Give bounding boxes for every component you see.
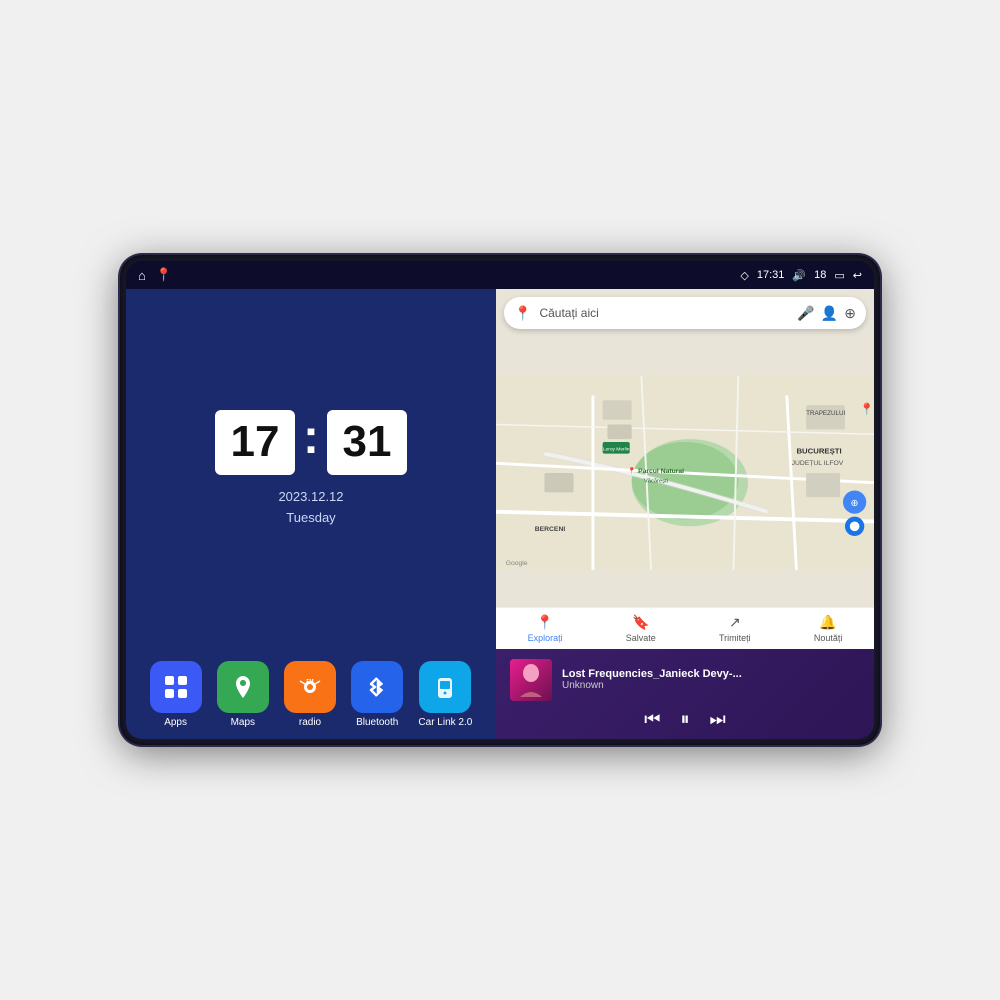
map-send-tab[interactable]: ↗ Trimiteți [719,614,751,643]
layers-icon[interactable]: ⊕ [844,305,856,322]
clock-display: 17 : 31 [215,410,407,475]
map-search-bar[interactable]: 📍 Căutați aici 🎤 👤 ⊕ [504,297,866,329]
news-icon: 🔔 [819,614,836,631]
app-item-carlink[interactable]: Car Link 2.0 [418,661,472,728]
app-item-apps[interactable]: Apps [150,661,202,728]
svg-text:Leroy Merlin: Leroy Merlin [603,447,630,453]
map-widget[interactable]: 📍 Căutați aici 🎤 👤 ⊕ [496,289,874,649]
music-player: Lost Frequencies_Janieck Devy-... Unknow… [496,649,874,739]
explore-icon: 📍 [536,614,553,631]
maps-label: Maps [231,717,255,728]
clock-widget: 17 : 31 2023.12.12 Tuesday [126,289,496,649]
volume-icon: 🔊 [792,269,806,282]
svg-text:TRAPEZULUI: TRAPEZULUI [806,410,845,417]
music-text: Lost Frequencies_Janieck Devy-... Unknow… [562,668,860,691]
account-icon[interactable]: 👤 [821,305,838,322]
status-right: ◇ 17:31 🔊 18 ▭ ↩ [740,269,862,282]
play-pause-button[interactable]: ⏸ [681,709,690,730]
device-shell: ⌂ 📍 ◇ 17:31 🔊 18 ▭ ↩ 17 : 31 [120,255,880,745]
battery-icon: ▭ [834,269,844,282]
volume-level: 18 [814,269,826,281]
clock-date-line2: Tuesday [278,508,343,529]
maps-icon [217,661,269,713]
explore-label: Explorați [528,633,563,643]
music-info: Lost Frequencies_Janieck Devy-... Unknow… [510,659,860,701]
map-news-tab[interactable]: 🔔 Noutăți [814,614,843,643]
map-saved-tab[interactable]: 🔖 Salvate [626,614,656,643]
clock-colon: : [303,414,319,462]
maps-nav-icon[interactable]: 📍 [156,267,172,283]
svg-text:📍 Parcul Natural: 📍 Parcul Natural [628,466,684,475]
signal-icon: ◇ [740,269,748,282]
carlink-label: Car Link 2.0 [418,717,472,728]
svg-text:JUDEȚUL ILFOV: JUDEȚUL ILFOV [792,460,844,467]
screen: ⌂ 📍 ◇ 17:31 🔊 18 ▭ ↩ 17 : 31 [126,261,874,739]
map-search-placeholder: Căutați aici [539,306,789,320]
bluetooth-label: Bluetooth [356,717,398,728]
apps-icon [150,661,202,713]
music-artist: Unknown [562,680,860,691]
radio-icon: FM [284,661,336,713]
saved-icon: 🔖 [632,614,649,631]
clock-minutes: 31 [327,410,407,475]
app-item-maps[interactable]: Maps [217,661,269,728]
send-label: Trimiteți [719,633,751,643]
status-left: ⌂ 📍 [138,267,172,283]
saved-label: Salvate [626,633,656,643]
status-bar: ⌂ 📍 ◇ 17:31 🔊 18 ▭ ↩ [126,261,874,289]
svg-text:BERCENI: BERCENI [535,526,566,533]
clock-hours: 17 [215,410,295,475]
send-icon: ↗ [729,614,741,631]
map-explore-tab[interactable]: 📍 Explorați [528,614,563,643]
prev-button[interactable]: ⏮ [644,709,660,730]
news-label: Noutăți [814,633,843,643]
apps-label: Apps [164,717,187,728]
clock-date-line1: 2023.12.12 [278,487,343,508]
maps-pin-icon: 📍 [514,305,531,322]
back-icon[interactable]: ↩ [853,269,862,282]
status-time: 17:31 [757,269,785,281]
music-thumbnail [510,659,552,701]
app-item-radio[interactable]: FM radio [284,661,336,728]
svg-text:Google: Google [506,560,528,567]
svg-text:FM: FM [306,679,313,685]
svg-text:Văcărești: Văcărești [644,479,668,485]
home-icon[interactable]: ⌂ [138,268,146,283]
map-bottom-bar: 📍 Explorați 🔖 Salvate ↗ Trimiteți 🔔 [496,607,874,649]
svg-text:⊕: ⊕ [851,498,859,509]
carlink-icon [419,661,471,713]
radio-label: radio [299,717,321,728]
clock-date: 2023.12.12 Tuesday [278,487,343,529]
map-background: 📍 Căutați aici 🎤 👤 ⊕ [496,289,874,649]
music-controls: ⏮ ⏸ ⏭ [510,709,860,730]
mic-icon[interactable]: 🎤 [797,305,814,322]
svg-text:📍: 📍 [859,402,873,416]
main-content: 17 : 31 2023.12.12 Tuesday 📍 Căutați aic… [126,289,874,739]
map-svg-area: 📍 Parcul Natural Văcărești BUCUREȘTI JUD… [496,337,874,609]
bluetooth-icon [351,661,403,713]
app-item-bluetooth[interactable]: Bluetooth [351,661,403,728]
next-button[interactable]: ⏭ [710,709,726,730]
svg-text:BUCUREȘTI: BUCUREȘTI [796,447,841,456]
map-search-actions: 🎤 👤 ⊕ [797,305,856,322]
music-title: Lost Frequencies_Janieck Devy-... [562,668,860,680]
app-dock: Apps Maps FM [126,649,496,739]
